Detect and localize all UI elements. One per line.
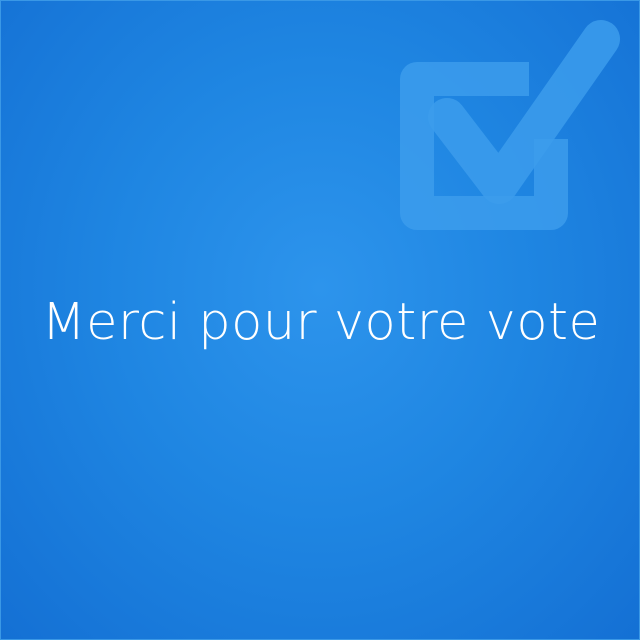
thank-you-message: Merci pour votre vote: [41, 293, 601, 352]
checkbox-check-icon: [379, 17, 629, 249]
thank-you-card: Merci pour votre vote: [0, 0, 640, 640]
